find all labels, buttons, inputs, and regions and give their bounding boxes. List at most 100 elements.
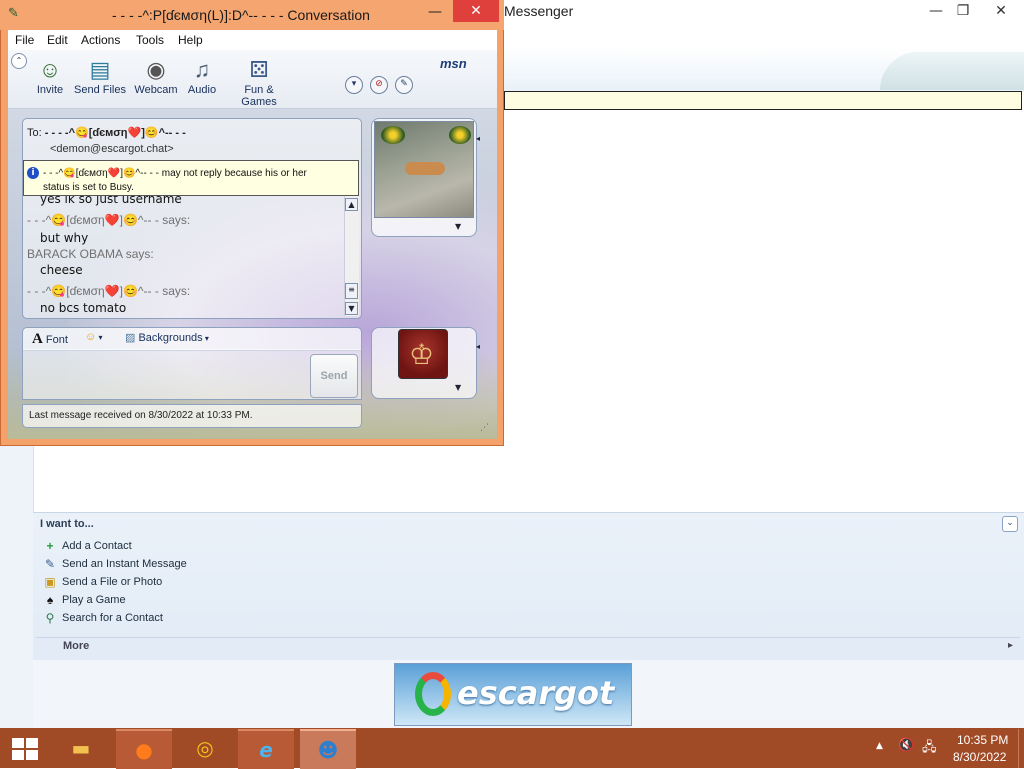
webcam-icon: ◉ — [146, 57, 166, 82]
contact-display-picture[interactable] — [374, 121, 474, 218]
send-files-button[interactable]: ▤ Send Files — [74, 56, 126, 104]
folder-photo-icon: ▣ — [44, 575, 56, 589]
start-button[interactable] — [10, 736, 38, 760]
paint-icon[interactable]: ✎ — [395, 76, 413, 94]
messenger-window-title: Messenger — [504, 3, 574, 19]
plus-icon: + — [46, 539, 54, 553]
chrome-icon: ◎ — [196, 736, 214, 760]
menu-actions[interactable]: Actions — [81, 33, 120, 47]
menu-help[interactable]: Help — [178, 33, 203, 47]
task-label: Send an Instant Message — [62, 557, 187, 570]
chevron-left-icon[interactable]: ◂ — [476, 342, 480, 351]
show-hidden-icons-icon[interactable]: ▲ — [876, 741, 883, 751]
messenger-icon: ☻ — [317, 738, 339, 762]
backgrounds-button[interactable]: ▨ Backgrounds ▾ — [125, 331, 209, 344]
toolbar-expand-icon[interactable]: ⌃ — [11, 53, 27, 69]
taskbar-file-explorer[interactable]: ▬ — [53, 729, 109, 767]
windows-logo-pane — [26, 738, 38, 748]
i-want-to-title: I want to... — [40, 518, 94, 530]
task-add-contact[interactable]: + Add a Contact — [42, 538, 342, 556]
message-text: cheese — [40, 263, 83, 277]
scroll-down-icon[interactable]: ▼ — [345, 302, 358, 315]
resize-grip-icon[interactable]: ⋰ — [480, 423, 489, 433]
menu-edit[interactable]: Edit — [47, 33, 68, 47]
windows-logo-pane — [12, 750, 24, 760]
close-button[interactable]: ✕ — [985, 0, 1017, 24]
messenger-app-icon[interactable]: ✎ — [8, 6, 26, 24]
font-button[interactable]: A Font — [32, 331, 68, 348]
task-send-file-or-photo[interactable]: ▣ Send a File or Photo — [42, 574, 342, 592]
menu-file[interactable]: File — [15, 33, 34, 47]
task-label: Add a Contact — [62, 539, 132, 552]
toolbar-label: Invite — [36, 84, 64, 96]
busy-tooltip-line1: - - -^😋[ɗємση❤️]😊^-- - - may not reply b… — [43, 168, 307, 179]
message-sender: BARACK OBAMA says: — [27, 247, 154, 261]
task-send-instant-message[interactable]: ✎ Send an Instant Message — [42, 556, 342, 574]
chevron-down-icon[interactable]: ▾ — [345, 76, 363, 94]
block-icon[interactable]: ⊘ — [370, 76, 388, 94]
info-icon: i — [27, 167, 39, 179]
invite-button[interactable]: ☺ Invite — [33, 56, 67, 104]
taskbar-firefox[interactable]: ● — [116, 729, 172, 769]
toolbar-label: Fun & Games — [241, 84, 277, 108]
conversation-title: - - - -^:P[ɗємση(L)]:D^-- - - - Conversa… — [112, 7, 370, 23]
chess-pieces: ♔ — [409, 338, 435, 371]
collapse-icon[interactable]: ⌄ — [1002, 516, 1018, 532]
audio-button[interactable]: ♫ Audio — [186, 56, 218, 104]
chevron-down-icon[interactable]: ▼ — [455, 222, 461, 231]
to-label: To: — [27, 127, 42, 139]
more-row[interactable] — [36, 637, 1020, 658]
network-icon[interactable]: 🖧 — [922, 738, 937, 760]
chevron-right-icon[interactable]: ▸ — [1008, 640, 1013, 651]
maximize-button[interactable]: ❐ — [947, 0, 979, 24]
font-label: Font — [45, 334, 68, 346]
clock-date[interactable]: 8/30/2022 — [953, 750, 1006, 764]
personal-message-field[interactable] — [504, 91, 1022, 110]
my-display-picture[interactable]: ♔ — [398, 329, 448, 379]
last-message-status: Last message received on 8/30/2022 at 10… — [29, 410, 253, 421]
webcam-button[interactable]: ◉ Webcam — [134, 56, 178, 104]
backgrounds-icon: ▨ — [125, 332, 136, 344]
task-label: Send a File or Photo — [62, 575, 163, 588]
scroll-thumb[interactable]: ≡ — [345, 283, 358, 299]
firefox-icon: ● — [135, 738, 153, 762]
task-play-a-game[interactable]: ♠ Play a Game — [42, 592, 342, 610]
message-text: but why — [40, 231, 89, 245]
scroll-up-icon[interactable]: ▲ — [345, 198, 358, 211]
menu-tools[interactable]: Tools — [136, 33, 164, 47]
conversation-minimize-button[interactable]: — — [420, 3, 450, 23]
backgrounds-label: Backgrounds — [138, 332, 203, 344]
chevron-left-icon[interactable]: ◂ — [476, 134, 480, 143]
taskbar-chrome[interactable]: ◎ — [177, 729, 233, 767]
task-search-for-contact[interactable]: ⚲ Search for a Contact — [42, 610, 342, 628]
dropdown-arrow-icon: ▾ — [202, 334, 209, 343]
toolbar-label: Webcam — [134, 84, 178, 96]
flower-pot — [381, 126, 405, 144]
taskbar-internet-explorer[interactable]: e — [238, 729, 294, 769]
toolbar-label: Audio — [187, 84, 217, 96]
chevron-down-icon[interactable]: ▼ — [455, 383, 461, 392]
clock-time[interactable]: 10:35 PM — [957, 733, 1008, 747]
cat — [405, 162, 445, 175]
window-left-edge — [0, 445, 33, 728]
show-desktop-button[interactable] — [1018, 729, 1024, 768]
game-icon: ♠ — [46, 593, 54, 607]
send-button[interactable]: Send — [310, 354, 358, 398]
recipient-email: <demon@escargot.chat> — [50, 143, 174, 155]
volume-muted-icon[interactable]: 🔇 — [898, 738, 914, 753]
task-label: Search for a Contact — [62, 611, 163, 624]
taskbar-messenger[interactable]: ☻ — [300, 729, 356, 769]
emoticon-button[interactable]: ☺ ▾ — [85, 331, 102, 343]
message-icon: ✎ — [44, 557, 56, 571]
more-label[interactable]: More — [63, 640, 89, 652]
ie-icon: e — [259, 738, 273, 762]
fun-games-button[interactable]: ⚄ Fun & Games — [226, 56, 292, 108]
task-label: Play a Game — [62, 593, 126, 606]
font-icon: A — [32, 331, 43, 347]
escargot-logo-icon — [415, 672, 451, 716]
header-scenery — [880, 52, 1024, 90]
conversation-close-button[interactable]: ✕ — [453, 0, 499, 22]
escargot-banner[interactable]: escargot — [394, 663, 632, 726]
message-text: no bcs tomato — [40, 301, 127, 315]
windows-logo-pane — [26, 750, 38, 760]
